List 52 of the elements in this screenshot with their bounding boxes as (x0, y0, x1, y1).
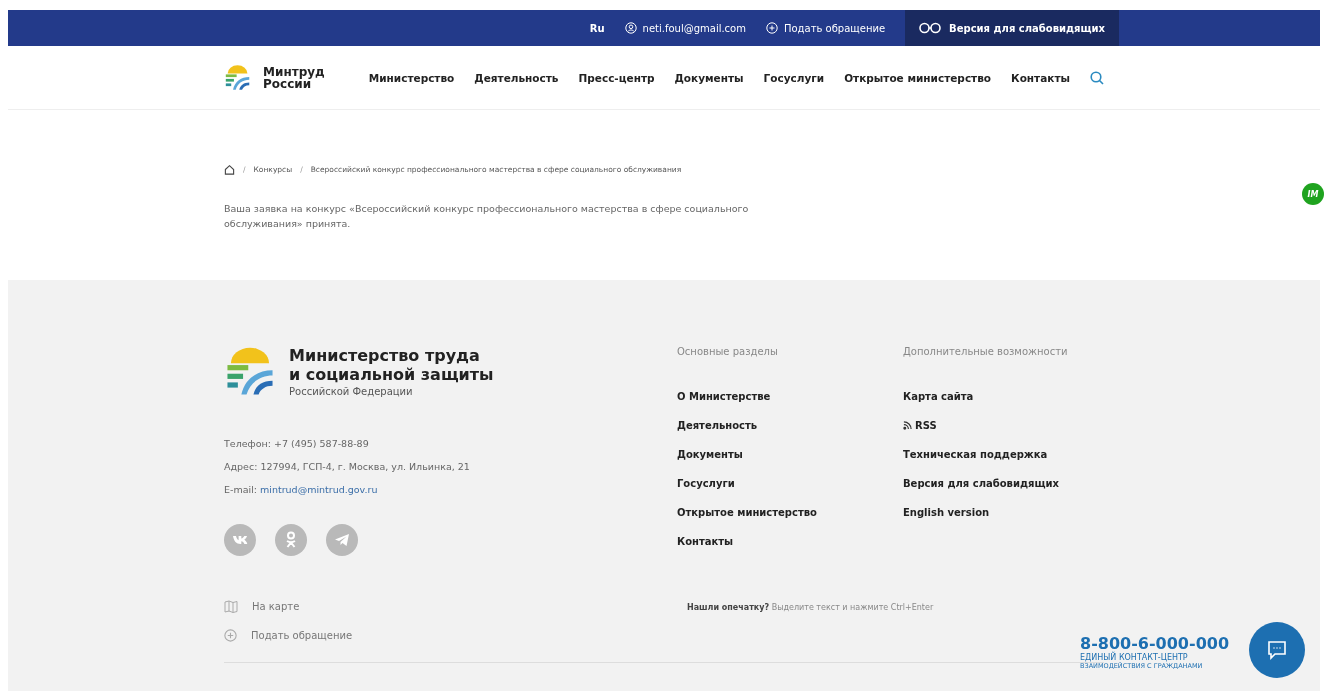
plus-circle-icon (766, 22, 778, 34)
footer-link[interactable]: Карта сайта (903, 389, 1104, 404)
footer-link[interactable]: Открытое министерство (677, 505, 903, 520)
contact-line: Адрес: 127994, ГСП-4, г. Москва, ул. Ильинка, 21 (224, 460, 471, 474)
footer-link[interactable]: Версия для слабовидящих (903, 476, 1104, 491)
contact-line: Телефон: +7 (495) 587-88-89 (224, 437, 370, 451)
ok-button[interactable] (275, 524, 307, 556)
nav-item[interactable]: Деятельность (474, 71, 559, 84)
nav-item[interactable]: Министерство (368, 71, 455, 84)
logo-text: Минтруд (263, 65, 325, 78)
paper-plane-icon (334, 533, 350, 547)
accessibility-button[interactable]: Версия для слабовидящих (905, 10, 1119, 46)
confirmation-message: Ваша заявка на конкурс «Всероссийский конкурс профессионального мастерства в сфере социального обслуживания» принята. (224, 202, 750, 231)
rss-link[interactable]: RSS (903, 418, 1104, 433)
footer-link[interactable]: Документы (677, 447, 903, 462)
footer-link[interactable]: Техническая поддержка (903, 447, 1104, 462)
ministry-title: и социальной защиты (289, 365, 494, 384)
appeal-link[interactable]: Подать обращение (224, 629, 677, 642)
section-heading: Основные разделы (677, 346, 779, 357)
map-icon (224, 600, 238, 613)
user-icon (624, 22, 637, 34)
footer-link[interactable]: Контакты (677, 534, 903, 549)
search-icon[interactable] (1090, 70, 1104, 85)
nav-item[interactable]: Открытое министерство (844, 71, 992, 84)
home-icon[interactable] (224, 164, 235, 175)
typo-hint: Нашли опечатку? Выделите текст и нажмите Ctrl+Enter (687, 603, 934, 612)
footer-link[interactable]: О Министерстве (677, 389, 903, 404)
map-link[interactable]: На карте (224, 600, 677, 613)
ministry-subtitle: Российской Федерации (289, 386, 414, 397)
email-link[interactable]: mintrud@mintrud.gov.ru (260, 484, 378, 495)
footer-link[interactable]: English version (903, 505, 1104, 520)
ok-icon (285, 531, 297, 549)
nav-item[interactable]: Пресс-центр (578, 71, 655, 84)
hotline-caption: ЕДИНЫЙ КОНТАКТ-ЦЕНТР (1080, 653, 1189, 662)
nav-item[interactable]: Госуслуги (763, 71, 825, 84)
nav-item[interactable]: Документы (674, 71, 744, 84)
section-heading: Дополнительные возможности (903, 346, 1069, 357)
chat-icon (1267, 640, 1287, 660)
logo-icon (224, 62, 252, 93)
language-link[interactable]: Ru (589, 22, 605, 34)
glasses-icon (919, 22, 942, 34)
footer-link[interactable]: Госуслуги (677, 476, 903, 491)
rss-icon (903, 421, 912, 430)
logo-icon (224, 346, 276, 398)
contact-line: E-mail: mintrud@mintrud.gov.ru (224, 483, 379, 497)
vk-button[interactable] (224, 524, 256, 556)
vk-icon (232, 535, 248, 545)
ministry-title: Министерство труда (289, 346, 481, 365)
telegram-button[interactable] (326, 524, 358, 556)
footer-link[interactable]: Деятельность (677, 418, 903, 433)
nav-item[interactable]: Контакты (1011, 71, 1070, 84)
plus-circle-icon (224, 629, 237, 642)
